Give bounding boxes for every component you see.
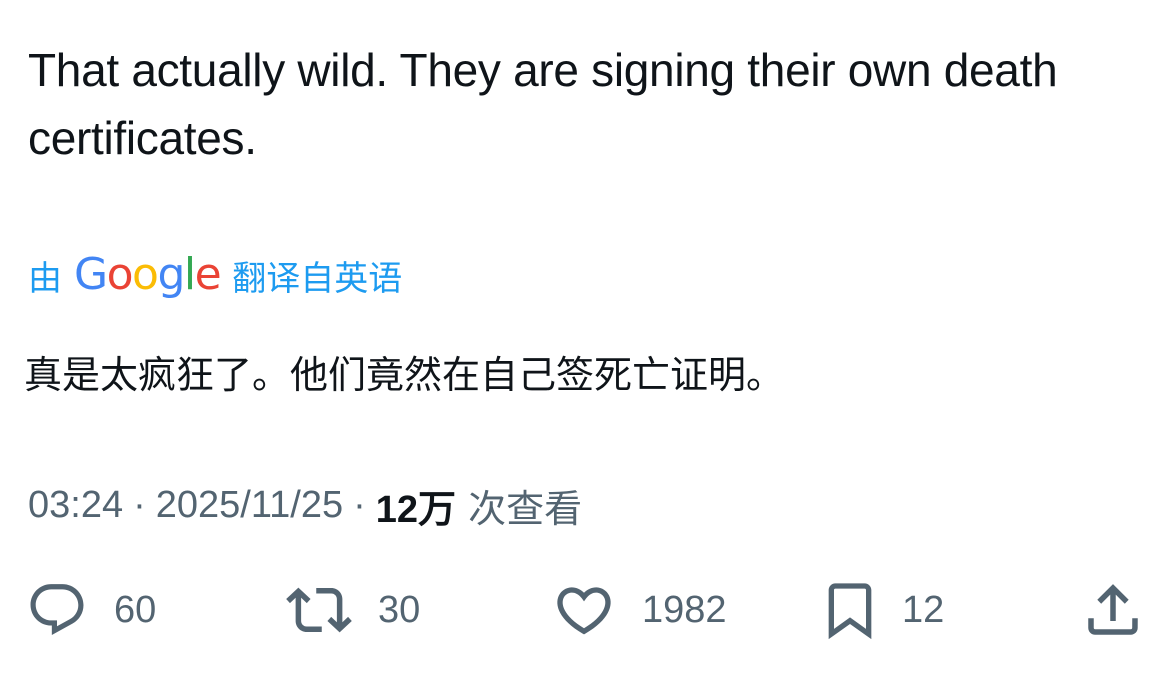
like-button[interactable]: 1982 xyxy=(552,575,727,645)
views-count: 12万 xyxy=(375,488,457,531)
retweet-icon xyxy=(286,577,352,643)
tweet-time[interactable]: 03:24 xyxy=(28,484,123,527)
reply-icon xyxy=(26,579,88,641)
retweet-button[interactable]: 30 xyxy=(286,575,420,645)
translation-attribution[interactable]: 由 Google 翻译自英语 xyxy=(28,247,402,303)
translated-by-label: 由 xyxy=(28,259,62,298)
google-logo-letter: l xyxy=(183,248,196,300)
bookmark-button[interactable]: 12 xyxy=(818,575,944,645)
reply-button[interactable]: 60 xyxy=(26,575,156,645)
tweet-meta: 03:24 · 2025/11/25 · 12万 次查看 xyxy=(28,475,582,535)
google-logo-letter: G xyxy=(74,248,108,300)
meta-separator: · xyxy=(133,483,146,526)
share-button[interactable] xyxy=(1080,575,1146,645)
bookmark-count: 12 xyxy=(902,588,945,631)
like-count: 1982 xyxy=(642,588,727,631)
share-icon xyxy=(1080,577,1146,643)
tweet-text: That actually wild. They are signing the… xyxy=(28,44,1058,164)
google-logo-letter: g xyxy=(157,248,185,300)
views-label: 次查看 xyxy=(468,488,583,531)
translated-from-label: 翻译自英语 xyxy=(232,259,403,298)
google-logo-letter: o xyxy=(106,248,134,300)
reply-count: 60 xyxy=(114,588,157,631)
google-logo: Google xyxy=(74,248,222,300)
translated-text: 真是太疯狂了。他们竟然在自己签死亡证明。 xyxy=(24,353,785,397)
action-bar: 60 30 1982 12 xyxy=(0,575,1170,645)
tweet-date[interactable]: 2025/11/25 xyxy=(156,484,343,527)
google-logo-letter: o xyxy=(132,248,159,300)
google-logo-letter: e xyxy=(194,248,222,300)
bookmark-icon xyxy=(818,578,882,642)
retweet-count: 30 xyxy=(378,588,421,631)
heart-icon xyxy=(552,578,616,642)
meta-separator: · xyxy=(353,483,366,526)
